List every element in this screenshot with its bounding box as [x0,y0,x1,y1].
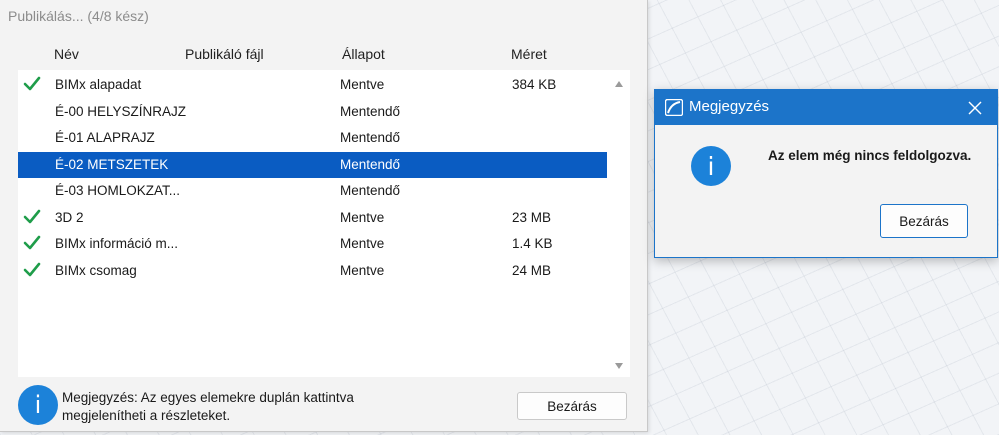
info-icon: i [691,146,731,186]
publish-list[interactable]: BIMx alapadat Mentve 384 KB É-00 HELYSZÍNRA… [18,70,630,377]
row-status: Mentve [340,236,385,251]
row-name: É-01 ALAPRAJZ [55,130,155,145]
dialog-message: Az elem még nincs feldolgozva. [768,148,972,163]
table-row[interactable]: É-01 ALAPRAJZ Mentendő [18,125,607,151]
row-status: Mentve [340,262,385,278]
row-name: É-03 HOMLOKZAT... [55,183,181,198]
row-size: 384 KB [512,77,557,92]
row-size: 24 MB [512,262,552,278]
column-header-size[interactable]: Méret [511,46,547,62]
row-status: Mentve [340,77,385,92]
table-row[interactable]: É-00 HELYSZÍNRAJZ Mentendő [18,99,607,125]
column-header-file[interactable]: Publikáló fájl [185,46,264,62]
row-name: 3D 2 [55,209,84,225]
row-name: BIMx csomag [55,262,137,278]
close-icon[interactable] [967,100,983,116]
row-status: Mentendő [340,156,401,172]
close-button[interactable]: Bezárás [517,392,627,420]
table-row[interactable]: É-03 HOMLOKZAT... Mentendő [18,178,607,204]
note-text: Megjegyzés: Az egyes elemekre duplán kat… [62,389,382,425]
check-icon [23,235,41,250]
row-status: Mentendő [340,103,401,119]
scroll-up-arrow-icon[interactable] [614,80,624,88]
row-name: É-02 METSZETEK [55,156,169,172]
dialog-close-button[interactable]: Bezárás [880,204,968,238]
row-size: 23 MB [512,209,552,225]
column-header-name[interactable]: Név [54,46,79,62]
app-logo-icon [665,99,683,116]
dialog-title: Megjegyzés [689,98,770,115]
row-size: 1.4 KB [512,236,553,251]
row-name: BIMx információ m... [55,236,179,251]
row-name: BIMx alapadat [55,77,142,92]
check-icon [23,209,41,223]
publish-window: Publikálás... (4/8 kész) Név Publikáló f… [0,0,648,432]
row-status: Mentendő [340,183,401,198]
note-line-2: megjelenítheti a részleteket. [62,408,231,423]
table-row[interactable]: BIMx alapadat Mentve 384 KB [18,72,607,98]
info-icon: i [18,385,58,425]
dialog-titlebar[interactable]: Megjegyzés [655,90,997,125]
check-icon [23,262,41,276]
table-row[interactable]: 3D 2 Mentve 23 MB [18,205,607,231]
table-row[interactable]: É-02 METSZETEK Mentendő [18,151,607,178]
note-line-1: Megjegyzés: Az egyes elemekre duplán kat… [62,390,354,405]
note-dialog: Megjegyzés i Az elem még nincs feldolgoz… [654,89,998,258]
window-title: Publikálás... (4/8 kész) [8,8,149,24]
scroll-down-arrow-icon[interactable] [614,362,624,370]
row-status: Mentve [340,209,385,225]
check-icon [23,76,41,91]
table-row[interactable]: BIMx információ m... Mentve 1.4 KB [18,231,607,257]
row-name: É-00 HELYSZÍNRAJZ [55,103,187,119]
table-row[interactable]: BIMx csomag Mentve 24 MB [18,258,607,284]
column-header-status[interactable]: Állapot [342,46,385,62]
row-status: Mentendő [340,130,401,145]
